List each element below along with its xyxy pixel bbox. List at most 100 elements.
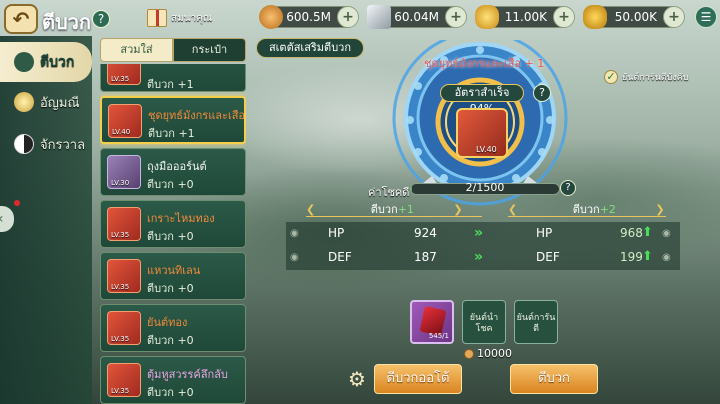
resource-gold-ingot: 11.00K + bbox=[475, 5, 575, 29]
help-icon[interactable]: ? bbox=[560, 180, 576, 196]
help-icon[interactable]: ? bbox=[533, 84, 551, 102]
guarantee-charm-label: ยันต์การันตี bbox=[516, 313, 556, 334]
gift-button[interactable]: สมนาคุณ bbox=[147, 7, 217, 29]
item-name: ยันต์ทอง bbox=[147, 316, 188, 329]
stat-row-def: ◉ DEF 187 » DEF 199 ⬆ ◉ bbox=[286, 246, 680, 270]
stat-row-hp: ◉ HP 924 » HP 968 ⬆ ◉ bbox=[286, 222, 680, 246]
double-chevron-icon: » bbox=[474, 249, 484, 265]
bonus-stats-button[interactable]: สเตตัสเสริมตีบวก bbox=[256, 38, 364, 58]
eye-icon: ◉ bbox=[290, 252, 299, 263]
auto-enhance-button[interactable]: ตีบวกออโต้ bbox=[374, 364, 462, 394]
silver-bar-icon bbox=[367, 5, 391, 29]
next-level-underline bbox=[508, 216, 666, 217]
item-level: LV.35 bbox=[111, 75, 130, 83]
sidebar-item-universe[interactable]: จักรวาล bbox=[0, 124, 92, 164]
item-plus: ตีบวก +0 bbox=[147, 386, 194, 399]
check-icon[interactable]: ✓ bbox=[604, 70, 618, 84]
guarantee-toggle[interactable]: ✓ ยันต์การันตีบังคับ bbox=[604, 70, 688, 84]
current-level-label: ตีบวก bbox=[370, 203, 398, 216]
gem-slot[interactable]: 545/1 bbox=[410, 300, 454, 344]
yin-yang-icon bbox=[14, 134, 34, 154]
left-bracket-icon: ❮ bbox=[306, 203, 316, 216]
list-item[interactable]: LV.30 ถุงมือออร์นต์ ตีบวก +0 bbox=[100, 148, 246, 196]
tab-bag[interactable]: กระเป๋า bbox=[173, 38, 246, 62]
next-level-label: ตีบวก bbox=[572, 203, 600, 216]
item-name: ถุงมือออร์นต์ bbox=[147, 160, 207, 173]
list-item[interactable]: LV.35 เกราะไหมทอง ตีบวก +0 bbox=[100, 200, 246, 248]
selected-item-level: LV.40 bbox=[476, 145, 497, 154]
sidebar-item-label: อัญมณี bbox=[40, 95, 80, 111]
resource-gold-ingot-bound: 50.00K + bbox=[583, 5, 685, 29]
item-name: แหวนทิเลน bbox=[147, 264, 201, 277]
gear-icon[interactable]: ⚙ bbox=[346, 368, 368, 390]
sidebar-item-gem[interactable]: อัญมณี bbox=[0, 82, 92, 122]
page-title: ตีบวก bbox=[42, 10, 92, 34]
enhance-cost: 10000 bbox=[464, 347, 512, 360]
resource-value: 50.00K bbox=[614, 10, 657, 24]
item-plus: ตีบวก +0 bbox=[147, 282, 194, 295]
list-item-selected[interactable]: LV.40 ชุดยุทธ์มังกรและเสือ ตีบวก +1 bbox=[100, 96, 246, 144]
right-bracket-icon: ❯ bbox=[655, 203, 665, 216]
item-level: LV.30 bbox=[111, 179, 130, 187]
anvil-icon bbox=[14, 52, 34, 72]
add-resource-button[interactable]: + bbox=[553, 6, 575, 28]
stat-name: DEF bbox=[536, 250, 560, 264]
success-rate: อัตราสำเร็จ 94% bbox=[440, 84, 524, 115]
item-level: LV.35 bbox=[111, 335, 130, 343]
resource-value: 60.04M bbox=[394, 10, 439, 24]
coin-icon bbox=[464, 348, 474, 359]
top-bar: ↶ ตีบวก ? สมนาคุณ 600.5M + 60.04M + 11.0… bbox=[0, 0, 720, 36]
up-arrow-icon: ⬆ bbox=[642, 249, 653, 264]
next-level: ❮ ตีบวก+2 ❯ bbox=[508, 200, 665, 216]
back-button[interactable]: ↶ bbox=[4, 4, 38, 34]
add-resource-button[interactable]: + bbox=[445, 6, 467, 28]
coin-icon bbox=[259, 5, 283, 29]
add-resource-button[interactable]: + bbox=[663, 6, 685, 28]
gift-icon bbox=[147, 9, 167, 27]
item-level: LV.40 bbox=[112, 128, 131, 136]
stat-name: DEF bbox=[328, 250, 352, 264]
right-bracket-icon: ❯ bbox=[453, 203, 463, 216]
eye-icon: ◉ bbox=[662, 252, 671, 263]
stat-name: HP bbox=[328, 226, 345, 240]
item-plus: ตีบวก +0 bbox=[147, 334, 194, 347]
list-item[interactable]: LV.35 ยันต์ทอง ตีบวก +0 bbox=[100, 304, 246, 352]
stat-current: 924 bbox=[414, 226, 437, 240]
enhance-button[interactable]: ตีบวก bbox=[510, 364, 598, 394]
cost-value: 10000 bbox=[477, 347, 512, 360]
notification-dot bbox=[14, 200, 20, 206]
tab-equipped[interactable]: สวมใส่ bbox=[100, 38, 173, 62]
luck-label: ค่าโชคดี bbox=[368, 186, 410, 199]
list-item[interactable]: LV.35 ตุ้มหูสวรรค์ลึกลับ ตีบวก +0 bbox=[100, 356, 246, 404]
left-bracket-icon: ❮ bbox=[508, 203, 518, 216]
stat-name: HP bbox=[536, 226, 553, 240]
sidebar-item-enhance[interactable]: ตีบวก bbox=[0, 42, 92, 82]
stat-current: 187 bbox=[414, 250, 437, 264]
menu-icon[interactable]: ☰ bbox=[695, 6, 717, 28]
luck-charm-slot[interactable]: ยันต์นำโชค bbox=[462, 300, 506, 344]
current-level: ❮ ตีบวก+1 ❯ bbox=[306, 200, 463, 216]
help-icon[interactable]: ? bbox=[92, 10, 110, 28]
list-item[interactable]: LV.35 แหวนทิเลน ตีบวก +0 bbox=[100, 252, 246, 300]
item-level: LV.35 bbox=[111, 231, 130, 239]
item-name: ตุ้มหูสวรรค์ลึกลับ bbox=[147, 368, 228, 381]
item-name: เกราะไหมทอง bbox=[147, 212, 215, 225]
resource-value: 11.00K bbox=[504, 10, 547, 24]
sidebar-item-label: จักรวาล bbox=[40, 137, 86, 153]
item-name: ชุดยุทธ์มังกรและเสือ bbox=[148, 109, 246, 122]
add-resource-button[interactable]: + bbox=[337, 6, 359, 28]
list-item[interactable]: LV.35 ตีบวก +1 bbox=[100, 64, 246, 92]
item-tabs: สวมใส่ กระเป๋า bbox=[100, 38, 246, 62]
up-arrow-icon: ⬆ bbox=[642, 225, 653, 240]
guarantee-charm-slot[interactable]: ยันต์การันตี bbox=[514, 300, 558, 344]
gold-ingot-icon bbox=[475, 5, 499, 29]
current-level-value: +1 bbox=[397, 203, 414, 216]
sidebar-item-label: ตีบวก bbox=[40, 54, 75, 70]
resource-silver-coin: 600.5M + bbox=[259, 5, 359, 29]
eye-icon: ◉ bbox=[290, 228, 299, 239]
item-plus: ตีบวก +1 bbox=[148, 127, 195, 140]
eye-icon: ◉ bbox=[662, 228, 671, 239]
equipment-list[interactable]: LV.35 ตีบวก +1 LV.40 ชุดยุทธ์มังกรและเสื… bbox=[100, 64, 246, 404]
gem-icon bbox=[14, 92, 34, 112]
item-level: LV.35 bbox=[111, 387, 130, 395]
